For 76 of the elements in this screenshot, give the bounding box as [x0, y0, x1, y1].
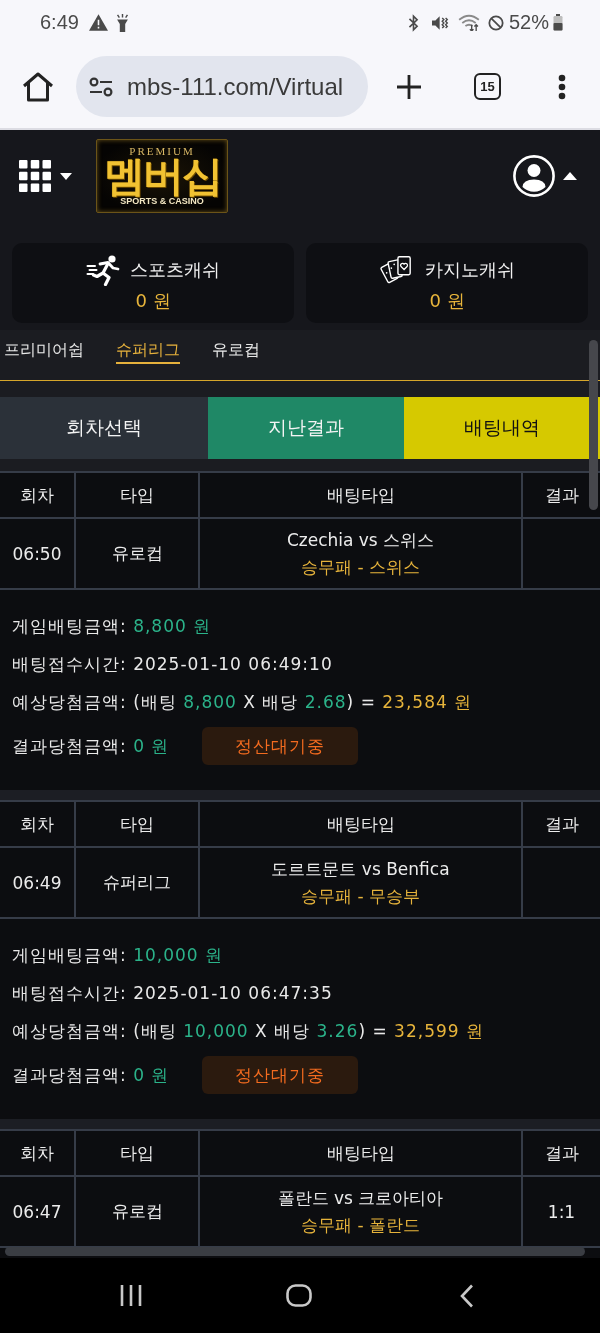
league-tab[interactable]: 프리미어쉽: [4, 338, 84, 364]
account-button[interactable]: [513, 155, 577, 197]
match-name: Czechia vs 스위스: [286, 528, 435, 552]
bet-time-text: 배팅접수시간: 2025-01-10 06:49:10: [12, 654, 333, 674]
back-icon[interactable]: [460, 1283, 474, 1308]
settlement-status-badge: 정산대기중: [202, 1056, 359, 1094]
result-amount-text: 결과당첨금액: 0 원: [12, 1063, 170, 1087]
wallet-label: 스포츠캐쉬: [130, 258, 220, 282]
expected-win-text: 예상당첨금액: (배팅 8,800 X 배당 2.68) = 23,584 원: [12, 692, 473, 712]
caret-up-icon: [563, 172, 577, 180]
flashlight-icon: [115, 13, 129, 32]
grid-menu-icon: [19, 160, 51, 192]
recent-apps-icon[interactable]: [119, 1284, 143, 1307]
logo-title: 멤버십: [103, 156, 221, 196]
bet-pick: 승무패 - 폴란드: [301, 1213, 420, 1237]
new-tab-icon[interactable]: [396, 73, 422, 100]
home-button-icon[interactable]: [286, 1284, 312, 1307]
logo-tagline: SPORTS & CASINO: [120, 196, 204, 207]
battery-icon: [553, 14, 563, 31]
column-header: 타입: [76, 802, 198, 846]
league-tab[interactable]: 슈퍼리그: [116, 338, 180, 364]
wallet-amount: 0 원: [429, 289, 465, 313]
wifi-icon: [457, 14, 480, 31]
column-header: 결과: [523, 1131, 600, 1175]
bet-pick: 승무패 - 스위스: [301, 555, 420, 579]
table-cell: 1:1: [523, 1177, 600, 1246]
table-cell: 06:50: [0, 519, 74, 588]
avatar-icon: [513, 155, 555, 197]
wallet-amount: 0 원: [135, 289, 171, 313]
do-not-disturb-icon: [487, 14, 504, 31]
column-header: 결과: [523, 473, 600, 517]
status-time: 6:49: [40, 11, 79, 34]
address-bar[interactable]: mbs-111.com/Virtual: [76, 56, 368, 117]
expected-win-text: 예상당첨금액: (배팅 10,000 X 배당 3.26) = 32,599 원: [12, 1021, 484, 1041]
settlement-status-badge: 정산대기중: [202, 727, 359, 765]
action-tab[interactable]: 배팅내역: [404, 397, 600, 459]
table-cell: 유로컵: [76, 1177, 198, 1246]
home-icon[interactable]: [22, 71, 54, 102]
table-cell: 06:49: [0, 848, 74, 917]
runner-icon: [86, 254, 120, 286]
column-header: 배팅타입: [200, 473, 521, 517]
vibrate-icon: [431, 14, 449, 31]
table-cell: 슈퍼리그: [76, 848, 198, 917]
league-tab[interactable]: 유로컵: [212, 338, 260, 364]
column-header: 타입: [76, 473, 198, 517]
bet-pick: 승무패 - 무승부: [301, 884, 420, 908]
column-header: 배팅타입: [200, 1131, 521, 1175]
bet-amount-text: 게임배팅금액: 10,000 원: [12, 945, 224, 965]
warning-icon: [88, 14, 108, 31]
column-header: 회차: [0, 802, 74, 846]
site-settings-icon[interactable]: [89, 76, 113, 97]
column-header: 회차: [0, 473, 74, 517]
result-amount-text: 결과당첨금액: 0 원: [12, 734, 170, 758]
apps-menu-button[interactable]: [19, 160, 72, 192]
battery-percent: 52%: [508, 11, 549, 34]
logo-premium-text: PREMIUM: [129, 145, 195, 157]
bet-amount-text: 게임배팅금액: 8,800 원: [12, 616, 212, 636]
column-header: 결과: [523, 802, 600, 846]
column-header: 배팅타입: [200, 802, 521, 846]
bluetooth-icon: [407, 13, 419, 32]
action-tab[interactable]: 지난결과: [208, 397, 404, 459]
caret-down-icon: [60, 172, 72, 180]
match-name: 도르트문트 vs Benfica: [271, 857, 450, 881]
table-cell: 06:47: [0, 1177, 74, 1246]
horizontal-scrollbar-thumb[interactable]: [5, 1247, 585, 1256]
site-logo[interactable]: PREMIUM 멤버십 SPORTS & CASINO: [96, 139, 228, 213]
vertical-scrollbar-thumb[interactable]: [589, 340, 598, 510]
table-cell: 유로컵: [76, 519, 198, 588]
tab-switcher-button[interactable]: 15: [474, 73, 501, 100]
action-tab[interactable]: 회차선택: [0, 397, 208, 459]
match-name: 폴란드 vs 크로아티아: [277, 1186, 444, 1210]
column-header: 타입: [76, 1131, 198, 1175]
bet-time-text: 배팅접수시간: 2025-01-10 06:47:35: [12, 983, 333, 1003]
wallet-label: 카지노캐쉬: [425, 258, 515, 282]
more-options-icon[interactable]: [558, 73, 566, 100]
column-header: 회차: [0, 1131, 74, 1175]
